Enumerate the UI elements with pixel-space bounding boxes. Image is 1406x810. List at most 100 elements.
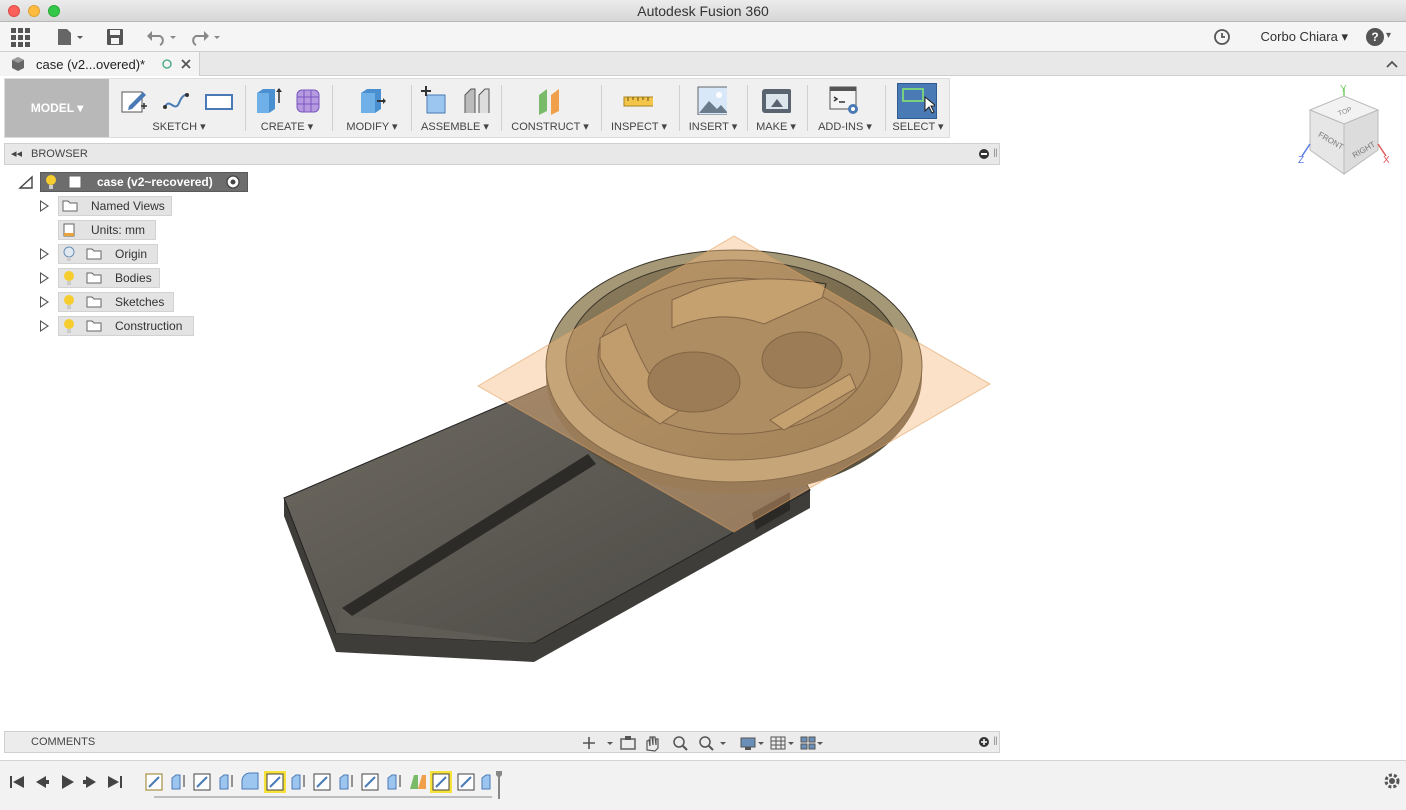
3d-model-canvas[interactable] bbox=[0, 138, 1406, 732]
browser-root-node[interactable]: case (v2~recovered) bbox=[18, 172, 248, 192]
collapse-triangle-icon[interactable] bbox=[18, 175, 34, 189]
insert-group[interactable]: INSERT ▾ bbox=[681, 79, 745, 137]
modify-menu-label: MODIFY bbox=[346, 121, 389, 133]
assemble-group[interactable]: ASSEMBLE ▾ bbox=[413, 79, 497, 137]
close-tab-icon[interactable] bbox=[180, 58, 192, 70]
job-status-clock-icon[interactable] bbox=[1212, 27, 1232, 47]
make-group[interactable]: MAKE ▾ bbox=[749, 79, 803, 137]
collapse-chevron-up-icon[interactable] bbox=[1386, 58, 1398, 70]
file-menu-icon[interactable] bbox=[56, 27, 84, 47]
expand-arrow-icon[interactable] bbox=[40, 296, 49, 308]
comments-resize-handle[interactable]: ‖ bbox=[993, 734, 998, 748]
timeline-first-icon[interactable] bbox=[8, 773, 26, 791]
browser-minimize-icon[interactable] bbox=[979, 149, 989, 159]
offset-plane-icon[interactable] bbox=[535, 85, 565, 115]
timeline-features[interactable] bbox=[140, 769, 510, 801]
add-comment-icon[interactable] bbox=[979, 737, 989, 747]
create-group[interactable]: CREATE ▾ bbox=[247, 79, 327, 137]
help-dropdown-icon[interactable]: ▾ bbox=[1386, 30, 1391, 41]
browser-item-origin[interactable]: Origin bbox=[38, 244, 158, 264]
viewcube[interactable]: Y TOP FRONT RIGHT X Z bbox=[1294, 82, 1394, 182]
timeline-feature-extrude[interactable] bbox=[171, 774, 185, 790]
expand-arrow-icon[interactable] bbox=[40, 320, 49, 332]
sketch-spline-icon[interactable] bbox=[161, 85, 191, 115]
browser-item-bodies[interactable]: Bodies bbox=[38, 268, 160, 288]
browser-item-construction[interactable]: Construction bbox=[38, 316, 194, 336]
visibility-bulb-icon[interactable] bbox=[44, 174, 58, 190]
timeline-feature-sketch[interactable] bbox=[313, 773, 331, 791]
save-icon[interactable] bbox=[106, 27, 124, 47]
timeline-feature-extrude[interactable] bbox=[219, 774, 233, 790]
grid-settings-icon[interactable] bbox=[770, 736, 794, 750]
main-toolbar: MODEL ▾ SKETCH ▾ CREATE ▾ MODIFY ▾ ASSEM… bbox=[4, 78, 950, 138]
inspect-group[interactable]: INSPECT ▾ bbox=[603, 79, 675, 137]
pan-hand-icon[interactable] bbox=[646, 736, 659, 752]
measure-icon[interactable] bbox=[623, 85, 653, 115]
modify-group[interactable]: MODIFY ▾ bbox=[335, 79, 409, 137]
document-tab[interactable]: case (v2...overed)* bbox=[0, 52, 200, 76]
3d-print-icon[interactable] bbox=[761, 85, 791, 115]
timeline-feature-extrude[interactable] bbox=[339, 774, 353, 790]
zoom-window-icon[interactable] bbox=[699, 736, 726, 751]
timeline-feature-sketch[interactable] bbox=[193, 773, 211, 791]
addins-group[interactable]: ADD-INS ▾ bbox=[809, 79, 881, 137]
expand-arrow-icon[interactable] bbox=[40, 272, 49, 284]
sketch-group[interactable]: SKETCH ▾ bbox=[115, 79, 243, 137]
orbit-icon[interactable] bbox=[583, 737, 613, 749]
user-menu[interactable]: Corbo Chiara ▾ bbox=[1261, 29, 1348, 45]
timeline-feature-plane[interactable] bbox=[410, 775, 426, 789]
timeline-feature-fillet[interactable] bbox=[241, 772, 259, 790]
browser-item-named-views[interactable]: Named Views bbox=[38, 196, 172, 216]
timeline-feature-sketch-selected[interactable] bbox=[430, 771, 452, 793]
timeline-previous-icon[interactable] bbox=[32, 773, 50, 791]
timeline-feature-sketch-selected[interactable] bbox=[264, 771, 286, 793]
browser-panel-header[interactable]: ◂◂ BROWSER ‖ bbox=[4, 143, 1000, 165]
undo-icon[interactable] bbox=[146, 27, 180, 47]
timeline-next-icon[interactable] bbox=[82, 773, 100, 791]
insert-canvas-icon[interactable] bbox=[697, 85, 727, 115]
extrude-icon[interactable] bbox=[253, 85, 283, 115]
create-form-icon[interactable] bbox=[293, 85, 323, 115]
joint-icon[interactable] bbox=[461, 85, 491, 115]
timeline-feature-sketch[interactable] bbox=[145, 773, 163, 791]
timeline-settings-gear-icon[interactable] bbox=[1382, 771, 1402, 791]
browser-item-sketches[interactable]: Sketches bbox=[38, 292, 174, 312]
press-pull-icon[interactable] bbox=[357, 85, 387, 115]
timeline-marker[interactable] bbox=[496, 771, 502, 799]
scripts-addins-icon[interactable] bbox=[829, 85, 859, 115]
apps-grid-icon[interactable] bbox=[10, 27, 30, 47]
visibility-bulb-icon[interactable] bbox=[62, 294, 76, 310]
help-button[interactable]: ? bbox=[1366, 28, 1384, 46]
workspace-switcher[interactable]: MODEL ▾ bbox=[5, 79, 109, 137]
visibility-bulb-icon[interactable] bbox=[62, 270, 76, 286]
expand-arrow-icon[interactable] bbox=[40, 200, 49, 212]
collapse-browser-icon[interactable]: ◂◂ bbox=[11, 147, 22, 160]
browser-item-units[interactable]: Units: mm bbox=[58, 220, 156, 240]
visibility-bulb-icon[interactable] bbox=[62, 318, 76, 334]
activate-radio-icon[interactable] bbox=[226, 175, 240, 189]
expand-arrow-icon[interactable] bbox=[40, 248, 49, 260]
timeline-feature-extrude[interactable] bbox=[291, 774, 305, 790]
redo-icon[interactable] bbox=[190, 27, 224, 47]
timeline-feature-extrude[interactable] bbox=[481, 774, 491, 790]
browser-resize-handle[interactable]: ‖ bbox=[993, 146, 998, 160]
timeline-feature-sketch[interactable] bbox=[361, 773, 379, 791]
timeline-last-icon[interactable] bbox=[106, 773, 124, 791]
construct-group[interactable]: CONSTRUCT ▾ bbox=[503, 79, 597, 137]
construction-label[interactable]: Construction bbox=[58, 316, 194, 336]
timeline-feature-sketch[interactable] bbox=[457, 773, 475, 791]
navigation-toolbar bbox=[583, 736, 823, 752]
display-settings-icon[interactable] bbox=[740, 737, 764, 750]
timeline-play-icon[interactable] bbox=[58, 773, 76, 791]
create-sketch-icon[interactable] bbox=[119, 85, 149, 115]
timeline-feature-extrude[interactable] bbox=[387, 774, 401, 790]
look-at-icon[interactable] bbox=[620, 736, 636, 750]
zoom-icon[interactable] bbox=[673, 736, 688, 751]
select-group[interactable]: SELECT ▾ bbox=[887, 79, 949, 137]
3d-viewport[interactable] bbox=[0, 138, 1406, 732]
sketch-rectangle-icon[interactable] bbox=[203, 85, 233, 115]
new-component-icon[interactable] bbox=[419, 85, 449, 115]
viewports-icon[interactable] bbox=[800, 736, 823, 750]
visibility-bulb-off-icon[interactable] bbox=[62, 246, 76, 262]
comments-panel-header[interactable]: COMMENTS ‖ bbox=[4, 731, 1000, 753]
